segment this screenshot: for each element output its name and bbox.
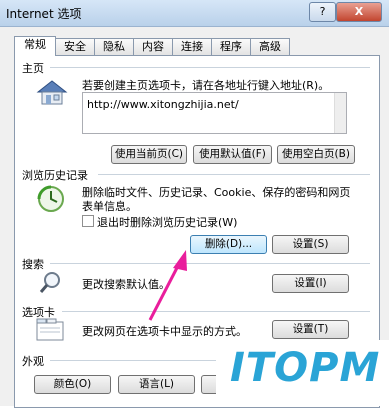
house-icon (36, 80, 68, 105)
history-clock-icon (37, 185, 64, 212)
use-current-button[interactable]: 使用当前页(C) (111, 145, 187, 164)
search-settings-button[interactable]: 设置(I) (272, 274, 349, 293)
homepage-scrollbar[interactable] (334, 93, 346, 133)
tab-programs[interactable]: 程序 (211, 38, 251, 55)
colors-button[interactable]: 颜色(O) (34, 375, 111, 394)
tabs-divider (62, 311, 370, 312)
search-divider (50, 263, 370, 264)
history-settings-button[interactable]: 设置(S) (272, 235, 349, 254)
window-title: Internet 选项 (6, 7, 82, 21)
watermark-logo: ITOPM (216, 340, 389, 406)
homepage-divider (50, 67, 370, 68)
close-button[interactable]: X (336, 2, 382, 22)
help-button[interactable]: ? (309, 2, 336, 22)
tabs-settings-button[interactable]: 设置(T) (272, 320, 349, 339)
tab-connections[interactable]: 连接 (172, 38, 212, 55)
title-bar: Internet 选项 ? X (0, 0, 389, 27)
tab-general[interactable]: 常规 (14, 36, 56, 56)
delete-history-button[interactable]: 删除(D)... (190, 235, 267, 254)
delete-on-exit-label: 退出时删除浏览历史记录(W) (97, 216, 238, 229)
magnifier-icon (39, 272, 60, 293)
homepage-description: 若要创建主页选项卡，请在各地址行键入地址(R)。 (82, 79, 330, 92)
watermark-text: ITOPM (230, 345, 381, 391)
delete-on-exit-checkbox[interactable] (82, 215, 94, 227)
tabbed-window-icon (36, 318, 64, 341)
history-section-label: 浏览历史记录 (22, 169, 88, 182)
search-description: 更改搜索默认值。 (82, 278, 170, 291)
use-blank-button[interactable]: 使用空白页(B) (277, 145, 355, 164)
history-description-line2: 表单信息。 (82, 200, 137, 213)
homepage-section-label: 主页 (22, 62, 44, 75)
tabs-description: 更改网页在选项卡中显示的方式。 (82, 325, 247, 338)
tab-privacy[interactable]: 隐私 (94, 38, 134, 55)
homepage-url-textarea[interactable]: http://www.xitongzhijia.net/ (82, 92, 347, 134)
history-divider (98, 174, 370, 175)
languages-button[interactable]: 语言(L) (118, 375, 195, 394)
use-default-button[interactable]: 使用默认值(F) (193, 145, 272, 164)
tab-security[interactable]: 安全 (55, 38, 95, 55)
tab-content[interactable]: 内容 (133, 38, 173, 55)
tab-advanced[interactable]: 高级 (250, 38, 290, 55)
appearance-section-label: 外观 (22, 355, 44, 368)
homepage-url-text: http://www.xitongzhijia.net/ (87, 98, 239, 111)
